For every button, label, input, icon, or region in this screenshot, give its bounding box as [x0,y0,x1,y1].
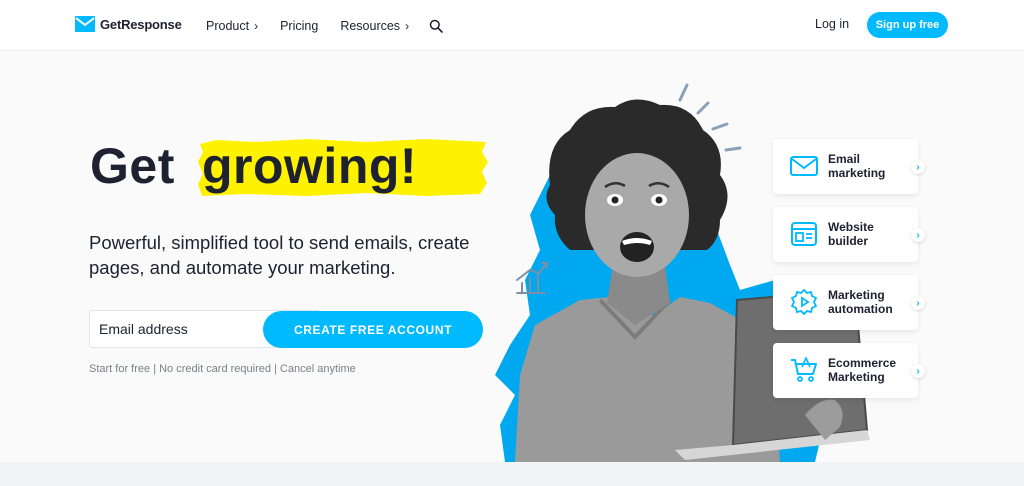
feature-card-marketing-automation[interactable]: Marketing automation › [773,275,925,330]
chevron-right-icon: › [405,18,410,33]
login-link[interactable]: Log in [815,17,849,31]
headline-growing: growing! [202,138,418,194]
headline-get: Get [90,138,175,194]
nav-pricing[interactable]: Pricing [280,19,318,33]
brand-logo[interactable]: GetResponse [75,15,182,33]
nav-resources-label: Resources [340,18,401,33]
search-icon[interactable] [429,19,443,33]
feature-card-ecommerce-marketing[interactable]: Ecommerce Marketing › [773,343,925,398]
chevron-right-icon: › [254,18,259,33]
signup-button[interactable]: Sign up free [867,12,948,38]
envelope-icon [790,156,818,176]
automation-gear-icon [790,289,818,315]
main-nav: Product › Pricing Resources › [206,0,443,51]
feature-label: Website builder [828,220,874,248]
feature-label: Ecommerce Marketing [828,356,897,384]
feature-card-website-builder[interactable]: Website builder › [773,207,925,262]
envelope-logo-icon [75,16,95,32]
open-mouth [620,232,654,262]
hero-illustration [495,83,870,462]
site-header: GetResponse Product › Pricing Resources … [0,0,1024,51]
shopping-cart-icon [791,357,817,382]
feature-label: Email marketing [828,152,886,180]
bottom-band [0,462,1024,486]
hero-subtitle: Powerful, simplified tool to send emails… [89,232,470,278]
fineprint: Start for free | No credit card required… [89,363,356,375]
feature-label: Marketing automation [828,288,893,316]
chevron-right-icon[interactable]: › [911,228,925,242]
nav-resources[interactable]: Resources › [340,19,409,33]
feature-card-email-marketing[interactable]: Email marketing › [773,139,925,194]
create-account-button[interactable]: CREATE FREE ACCOUNT [263,311,483,348]
chevron-right-icon[interactable]: › [911,364,925,378]
chevron-right-icon[interactable]: › [911,160,925,174]
nav-product[interactable]: Product › [206,19,258,33]
chevron-right-icon[interactable]: › [911,296,925,310]
nav-product-label: Product [206,18,250,33]
nav-pricing-label: Pricing [280,18,319,33]
brand-name: GetResponse [100,16,182,32]
website-icon [791,222,817,246]
